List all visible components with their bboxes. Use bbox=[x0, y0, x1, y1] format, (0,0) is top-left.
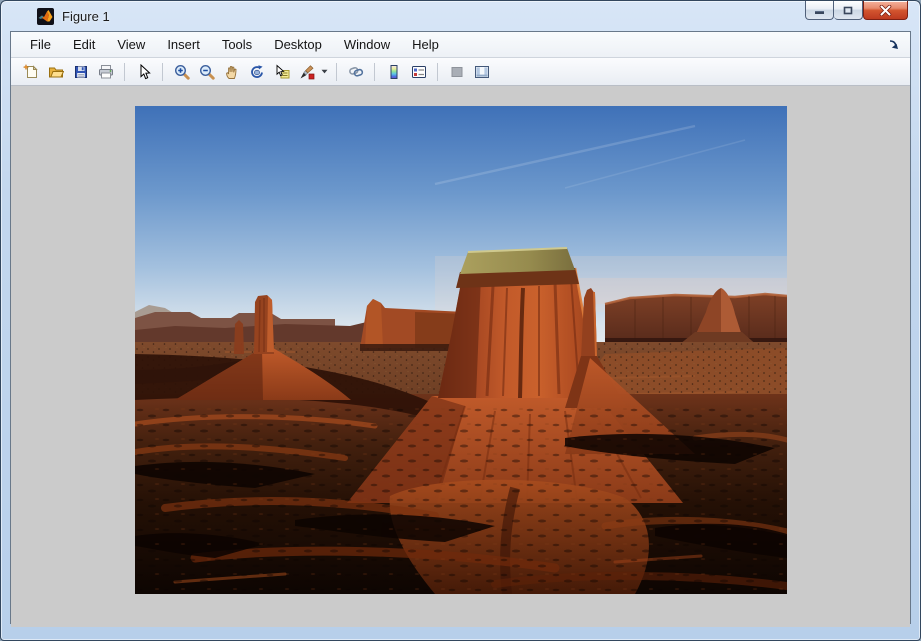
figure-canvas[interactable] bbox=[11, 86, 910, 627]
menu-window[interactable]: Window bbox=[333, 33, 401, 56]
open-folder-icon bbox=[48, 67, 64, 77]
new-figure-button[interactable] bbox=[19, 61, 42, 83]
data-cursor-button[interactable] bbox=[270, 61, 293, 83]
minimize-icon bbox=[815, 10, 824, 14]
figure-toolbar bbox=[11, 58, 910, 86]
insert-colorbar-button[interactable] bbox=[382, 61, 405, 83]
menu-view[interactable]: View bbox=[106, 33, 156, 56]
toolbar-separator bbox=[124, 62, 125, 81]
toolbar-separator bbox=[336, 62, 337, 81]
rotate-3d-icon bbox=[250, 64, 263, 78]
pan-button[interactable] bbox=[220, 61, 243, 83]
figure-image bbox=[135, 106, 787, 594]
link-plot-button[interactable] bbox=[344, 61, 367, 83]
show-plot-tools-icon bbox=[474, 65, 489, 78]
printer-icon bbox=[98, 64, 113, 78]
hand-icon bbox=[225, 65, 236, 79]
zoom-in-button[interactable] bbox=[170, 61, 193, 83]
hide-plot-tools-icon bbox=[451, 66, 462, 77]
menu-help[interactable]: Help bbox=[401, 33, 450, 56]
matlab-logo-icon bbox=[37, 8, 54, 25]
photo-right-mesa bbox=[604, 288, 787, 350]
show-plot-tools-button[interactable] bbox=[470, 61, 493, 83]
colorbar-icon bbox=[390, 64, 397, 79]
zoom-out-button[interactable] bbox=[195, 61, 218, 83]
toolbar-separator bbox=[374, 62, 375, 81]
edit-plot-button[interactable] bbox=[132, 61, 155, 83]
hide-plot-tools-button[interactable] bbox=[445, 61, 468, 83]
menu-file[interactable]: File bbox=[19, 33, 62, 56]
legend-icon bbox=[411, 65, 426, 78]
brush-dropdown-button[interactable] bbox=[320, 61, 329, 83]
toolbar-separator bbox=[162, 62, 163, 81]
zoom-in-icon bbox=[174, 64, 190, 80]
dock-figure-arrow-icon[interactable] bbox=[886, 37, 902, 53]
data-cursor-icon bbox=[276, 63, 289, 78]
menu-bar: File Edit View Insert Tools Desktop Wind… bbox=[11, 32, 910, 58]
matlab-figure-window: Figure 1 File Edit View Insert Tools Des… bbox=[0, 0, 921, 641]
save-figure-button[interactable] bbox=[69, 61, 92, 83]
rotate-3d-button[interactable] bbox=[245, 61, 268, 83]
close-icon bbox=[879, 4, 892, 16]
menu-insert[interactable]: Insert bbox=[156, 33, 211, 56]
close-button[interactable] bbox=[863, 1, 908, 20]
arrow-pointer-icon bbox=[140, 63, 151, 79]
zoom-out-icon bbox=[199, 64, 215, 80]
menu-desktop[interactable]: Desktop bbox=[263, 33, 333, 56]
toolbar-separator bbox=[437, 62, 438, 81]
minimize-button[interactable] bbox=[805, 1, 834, 20]
menu-edit[interactable]: Edit bbox=[62, 33, 106, 56]
menu-tools[interactable]: Tools bbox=[211, 33, 263, 56]
chevron-down-icon bbox=[321, 69, 328, 74]
window-title: Figure 1 bbox=[62, 9, 110, 24]
figure-client-area: File Edit View Insert Tools Desktop Wind… bbox=[10, 31, 911, 627]
restore-icon bbox=[843, 6, 853, 14]
brush-data-button[interactable] bbox=[295, 61, 318, 83]
save-floppy-icon bbox=[74, 65, 87, 78]
chain-link-icon bbox=[348, 66, 363, 77]
window-controls bbox=[805, 1, 908, 20]
insert-legend-button[interactable] bbox=[407, 61, 430, 83]
title-bar[interactable]: Figure 1 bbox=[1, 1, 920, 31]
new-document-icon bbox=[22, 63, 38, 78]
brush-icon bbox=[300, 64, 314, 79]
photo-foreground-detail bbox=[135, 406, 787, 594]
print-figure-button[interactable] bbox=[94, 61, 117, 83]
open-file-button[interactable] bbox=[44, 61, 67, 83]
restore-button[interactable] bbox=[834, 1, 863, 20]
